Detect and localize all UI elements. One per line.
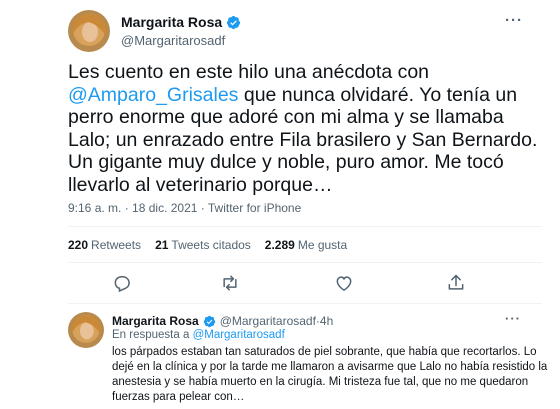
tweet-date[interactable]: 18 dic. 2021: [132, 201, 197, 215]
divider: [68, 303, 542, 304]
retweets-count: 220: [68, 238, 89, 252]
tweet-source[interactable]: Twitter for iPhone: [208, 201, 301, 215]
reply-author-name[interactable]: Margarita Rosa: [112, 314, 199, 328]
tweet-stats: 220 Retweets 21 Tweets citados 2.289 Me gus…: [68, 238, 347, 252]
more-options-icon[interactable]: ···: [505, 12, 523, 29]
author-avatar[interactable]: [68, 10, 110, 52]
replying-to: En respuesta a @Margaritarosadf: [112, 329, 285, 341]
reply-author-avatar[interactable]: [68, 312, 104, 348]
likes-stat[interactable]: 2.289 Me gusta: [265, 238, 347, 252]
author-name[interactable]: Margarita Rosa: [121, 14, 241, 30]
reply-header: Margarita Rosa @Margaritarosadf · 4h: [112, 314, 333, 328]
quotes-count: 21: [155, 238, 169, 252]
retweet-icon[interactable]: [220, 273, 242, 295]
reply-author-handle[interactable]: @Margaritarosadf: [220, 314, 316, 328]
replying-to-link[interactable]: @Margaritarosadf: [193, 329, 285, 341]
reply-age[interactable]: 4h: [320, 314, 333, 328]
verified-badge-icon: [203, 315, 216, 328]
reply-icon[interactable]: [112, 273, 134, 295]
likes-label: Me gusta: [297, 238, 348, 252]
tweet-metadata: 9:16 a. m. · 18 dic. 2021 · Twitter for …: [68, 201, 301, 215]
reply-more-options-icon[interactable]: ···: [505, 311, 521, 326]
meta-separator: ·: [197, 201, 208, 215]
tweet-text: Les cuento en este hilo una anécdota con…: [68, 61, 542, 197]
tweet-text-part: Les cuento en este hilo una anécdota con: [68, 61, 430, 83]
tweet-actions: [68, 273, 542, 295]
quotes-stat[interactable]: 21 Tweets citados: [155, 238, 251, 252]
reply-text: los párpados estaban tan saturados de pi…: [112, 346, 548, 403]
retweets-label: Retweets: [91, 238, 142, 252]
author-handle[interactable]: @Margaritarosadf: [121, 33, 225, 48]
mention-link[interactable]: @Amparo_Grisales: [68, 84, 238, 106]
replying-label: En respuesta a: [112, 329, 193, 341]
tweet-time[interactable]: 9:16 a. m.: [68, 201, 121, 215]
retweets-stat[interactable]: 220 Retweets: [68, 238, 141, 252]
likes-count: 2.289: [264, 238, 295, 252]
verified-badge-icon: [226, 15, 241, 30]
share-icon[interactable]: [446, 273, 468, 295]
divider: [68, 262, 542, 263]
divider: [68, 226, 542, 227]
quotes-label: Tweets citados: [171, 238, 251, 252]
meta-separator: ·: [121, 201, 133, 215]
author-name-text[interactable]: Margarita Rosa: [121, 14, 222, 30]
like-icon[interactable]: [334, 273, 356, 295]
